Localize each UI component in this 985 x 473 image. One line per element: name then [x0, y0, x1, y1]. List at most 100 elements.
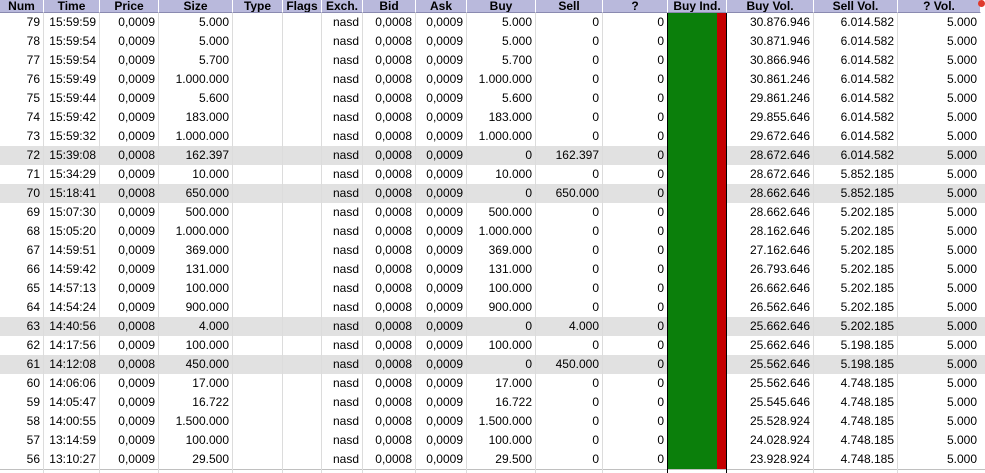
table-row[interactable]: 72 15:39:08 0,0008 162.397 nasd 0,0008 0,0009 0… — [0, 146, 985, 165]
table-row[interactable]: 71 15:34:29 0,0009 10.000 nasd 0,0008 0,0009 10… — [0, 165, 985, 184]
cell-buy-vol: 25.562.646 — [749, 376, 810, 390]
cell-question: 0 — [657, 243, 664, 257]
cell-price: 0,0009 — [118, 72, 155, 86]
header-exch[interactable]: Exch. — [322, 0, 363, 13]
cell-ask: 0,0009 — [426, 167, 463, 181]
table-row[interactable]: 56 13:10:27 0,0009 29.500 nasd 0,0008 0,0009 29… — [0, 450, 985, 469]
cell-bid: 0,0008 — [375, 129, 412, 143]
cell-buy: 1.000.000 — [478, 224, 532, 238]
table-row[interactable]: 58 14:00:55 0,0009 1.500.000 nasd 0,0008 0,000… — [0, 412, 985, 431]
cell-question-vol: 5.000 — [946, 262, 977, 276]
header-buy[interactable]: Buy — [467, 0, 536, 13]
table-row[interactable]: 75 15:59:44 0,0009 5.600 nasd 0,0008 0,0009 5.6… — [0, 89, 985, 108]
table-row[interactable]: 57 13:14:59 0,0009 100.000 nasd 0,0008 0,0009 1… — [0, 431, 985, 450]
header-ask[interactable]: Ask — [416, 0, 467, 13]
header-question[interactable]: ? — [603, 0, 668, 13]
cell-question: 0 — [657, 300, 664, 314]
cell-buy: 100.000 — [488, 281, 532, 295]
header-bid[interactable]: Bid — [363, 0, 416, 13]
cell-ask: 0,0009 — [426, 281, 463, 295]
table-row[interactable]: 68 15:05:20 0,0009 1.000.000 nasd 0,0008 0,000… — [0, 222, 985, 241]
cell-num: 58 — [26, 414, 40, 428]
cell-size: 500.000 — [185, 205, 229, 219]
header-size[interactable]: Size — [159, 0, 233, 13]
cell-sell-vol: 6.014.582 — [840, 110, 894, 124]
cell-buy-vol: 29.861.246 — [749, 91, 810, 105]
table-row[interactable]: 63 14:40:56 0,0008 4.000 nasd 0,0008 0,0009 0 4.… — [0, 317, 985, 336]
cell-type — [233, 393, 282, 412]
table-row[interactable]: 79 15:59:59 0,0009 5.000 nasd 0,0008 0,0009 5.0… — [0, 13, 985, 32]
cell-size: 1.500.000 — [175, 414, 229, 428]
red-dot-icon[interactable] — [978, 0, 985, 7]
cell-type — [233, 127, 282, 146]
table-row[interactable]: 59 14:05:47 0,0009 16.722 nasd 0,0008 0,0009 16… — [0, 393, 985, 412]
cell-buy: 1.000.000 — [478, 129, 532, 143]
cell-bid: 0,0008 — [375, 224, 412, 238]
cell-exch: nasd — [332, 433, 359, 447]
cell-sell-vol: 5.202.185 — [840, 224, 894, 238]
header-sell-vol[interactable]: Sell Vol. — [814, 0, 898, 13]
cell-size: 183.000 — [185, 110, 229, 124]
header-flags[interactable]: Flags — [283, 0, 322, 13]
header-price[interactable]: Price — [100, 0, 159, 13]
cell-buy: 1.500.000 — [478, 414, 532, 428]
table-row[interactable]: 60 14:06:06 0,0009 17.000 nasd 0,0008 0,0009 17… — [0, 374, 985, 393]
cell-num: 67 — [26, 243, 40, 257]
cell-ask: 0,0009 — [426, 414, 463, 428]
cell-flags — [283, 298, 321, 317]
cell-sell: 0 — [592, 72, 599, 86]
header-sell[interactable]: Sell — [536, 0, 603, 13]
table-row[interactable]: 64 14:54:24 0,0009 900.000 nasd 0,0008 0,0009 9… — [0, 298, 985, 317]
cell-time: 15:59:42 — [49, 110, 96, 124]
table-row[interactable]: 70 15:18:41 0,0008 650.000 nasd 0,0008 0,0009 0… — [0, 184, 985, 203]
table-row[interactable]: 62 14:17:56 0,0009 100.000 nasd 0,0008 0,0009 1… — [0, 336, 985, 355]
table-row[interactable]: 65 14:57:13 0,0009 100.000 nasd 0,0008 0,0009 1… — [0, 279, 985, 298]
cell-ask: 0,0009 — [426, 129, 463, 143]
header-buy-ind[interactable]: Buy Ind. — [668, 0, 727, 13]
cell-sell: 0 — [592, 167, 599, 181]
table-row[interactable]: 77 15:59:54 0,0009 5.700 nasd 0,0008 0,0009 5.7… — [0, 51, 985, 70]
cell-sell: 0 — [592, 376, 599, 390]
cell-type — [233, 146, 282, 165]
cell-buy-vol: 28.662.646 — [749, 186, 810, 200]
cell-time: 14:17:56 — [49, 338, 96, 352]
cell-sell-vol: 5.202.185 — [840, 281, 894, 295]
header-type[interactable]: Type — [233, 0, 283, 13]
cell-question: 0 — [657, 224, 664, 238]
cell-buy: 100.000 — [488, 338, 532, 352]
cell-price: 0,0009 — [118, 281, 155, 295]
cell-exch: nasd — [332, 452, 359, 466]
header-num[interactable]: Num — [0, 0, 44, 13]
cell-num: 72 — [26, 148, 40, 162]
cell-time: 14:54:24 — [49, 300, 96, 314]
table-row[interactable]: 76 15:59:49 0,0009 1.000.000 nasd 0,0008 0,000… — [0, 70, 985, 89]
cell-sell-vol: 6.014.582 — [840, 15, 894, 29]
cell-buy: 0 — [525, 186, 532, 200]
table-row[interactable]: 73 15:59:32 0,0009 1.000.000 nasd 0,0008 0,000… — [0, 127, 985, 146]
table-row[interactable]: 74 15:59:42 0,0009 183.000 nasd 0,0008 0,0009 1… — [0, 108, 985, 127]
cell-bid: 0,0008 — [375, 148, 412, 162]
cell-question-vol: 5.000 — [946, 186, 977, 200]
cell-buy-vol: 30.876.946 — [749, 15, 810, 29]
table-row[interactable]: 69 15:07:30 0,0009 500.000 nasd 0,0008 0,0009 5… — [0, 203, 985, 222]
cell-price: 0,0009 — [118, 376, 155, 390]
cell-time: 14:00:55 — [49, 414, 96, 428]
table-row[interactable]: 66 14:59:42 0,0009 131.000 nasd 0,0008 0,0009 1… — [0, 260, 985, 279]
cell-buy: 5.600 — [501, 91, 532, 105]
header-question-vol[interactable]: ? Vol. — [898, 0, 981, 13]
cell-time: 15:07:30 — [49, 205, 96, 219]
table-row[interactable]: 78 15:59:54 0,0009 5.000 nasd 0,0008 0,0009 5.0… — [0, 32, 985, 51]
header-buy-vol[interactable]: Buy Vol. — [727, 0, 814, 13]
header-time[interactable]: Time — [44, 0, 100, 13]
cell-time: 15:34:29 — [49, 167, 96, 181]
cell-exch: nasd — [332, 224, 359, 238]
cell-ask: 0,0009 — [426, 319, 463, 333]
table-row[interactable]: 67 14:59:51 0,0009 369.000 nasd 0,0008 0,0009 3… — [0, 241, 985, 260]
cell-price: 0,0009 — [118, 205, 155, 219]
cell-buy: 369.000 — [488, 243, 532, 257]
cell-num: 70 — [26, 186, 40, 200]
table-row[interactable]: 61 14:12:08 0,0008 450.000 nasd 0,0008 0,0009 0… — [0, 355, 985, 374]
cell-sell: 0 — [592, 129, 599, 143]
cell-num: 62 — [26, 338, 40, 352]
cell-exch: nasd — [332, 319, 359, 333]
